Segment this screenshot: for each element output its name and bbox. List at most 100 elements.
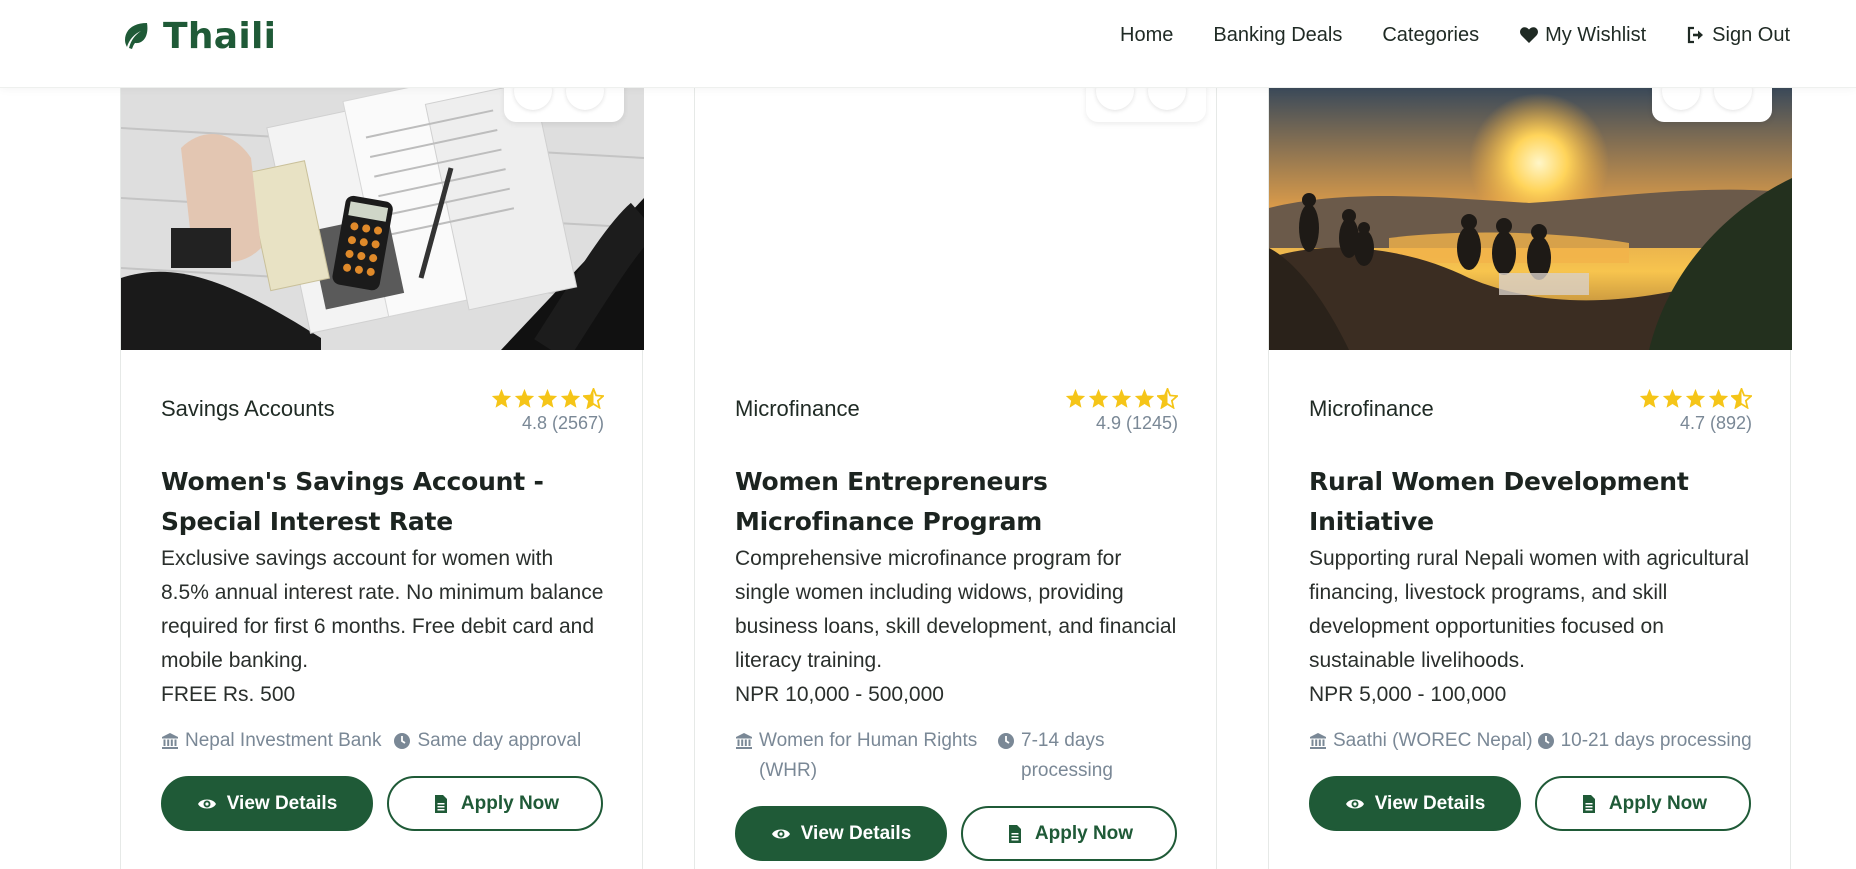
sunset-hill-photo: [1269, 88, 1792, 350]
view-details-button[interactable]: View Details: [735, 806, 947, 861]
compare-button[interactable]: [566, 88, 604, 110]
apply-now-button[interactable]: Apply Now: [387, 776, 603, 831]
card-title: Women Entrepreneurs Microfinance Program: [735, 467, 1048, 536]
star-icon: [537, 388, 558, 408]
clock-icon: [394, 733, 411, 749]
card-info-row: Nepal Investment Bank Same day approval: [161, 726, 604, 756]
savings-documents-photo: [121, 88, 644, 350]
rating-count: 4.9 (1245): [1095, 413, 1178, 433]
brand-name: Thaili: [163, 15, 277, 57]
eye-icon: [771, 829, 790, 838]
card-title: Women's Savings Account - Special Intere…: [161, 467, 544, 536]
card-amount: FREE Rs. 500: [161, 683, 296, 706]
nav-wishlist-label: My Wishlist: [1545, 23, 1647, 46]
processing-time: Same day approval: [417, 730, 582, 751]
eye-icon: [1345, 799, 1364, 808]
card-image-blank: [695, 88, 1218, 350]
nav-banking-deals-label: Banking Deals: [1213, 23, 1343, 46]
heart-icon: [1520, 27, 1539, 43]
card-actions: View Details Apply Now: [1309, 776, 1752, 831]
sign-out-icon: [1688, 26, 1704, 44]
nav-home-label: Home: [1120, 23, 1174, 46]
star-icon: [1134, 388, 1155, 408]
apply-now-button[interactable]: Apply Now: [1535, 776, 1751, 831]
star-icon: [1065, 388, 1086, 408]
card-amount: NPR 5,000 - 100,000: [1309, 683, 1507, 706]
nav-sign-out[interactable]: Sign Out: [1686, 24, 1790, 47]
site-header: Thaili Home Banking Deals Categories My …: [0, 0, 1856, 88]
card-image-savings: [121, 88, 644, 350]
star-icon: [514, 388, 535, 408]
view-details-button[interactable]: View Details: [1309, 776, 1521, 831]
star-icon: [491, 388, 512, 408]
card-category: Microfinance: [1309, 396, 1434, 421]
nav-banking-deals[interactable]: Banking Deals: [1213, 24, 1342, 47]
processing-info: 10-21 days processing: [1537, 726, 1752, 756]
nav-categories[interactable]: Categories: [1382, 24, 1479, 47]
card-description: Exclusive savings account for women with…: [161, 547, 604, 672]
rating-stars: [1639, 388, 1752, 409]
card-category: Microfinance: [735, 396, 860, 421]
view-details-label: View Details: [226, 792, 338, 814]
image-action-bar: [1652, 88, 1772, 122]
view-details-label: View Details: [1374, 792, 1486, 814]
view-details-label: View Details: [800, 822, 912, 844]
compare-button[interactable]: [1714, 88, 1752, 110]
eye-icon: [197, 799, 216, 808]
apply-now-button[interactable]: Apply Now: [961, 806, 1177, 861]
apply-now-label: Apply Now: [460, 792, 560, 814]
leaf-icon: [125, 23, 148, 49]
rating-count: 4.8 (2567): [521, 413, 604, 433]
card-body: Microfinance 4.9 (1245) Women Entreprene…: [735, 388, 1178, 861]
star-half-icon: [1731, 388, 1752, 409]
rating-stars: [491, 388, 604, 409]
card-image-sunset: [1269, 88, 1792, 350]
star-half-icon: [1157, 388, 1178, 409]
view-details-button[interactable]: View Details: [161, 776, 373, 831]
processing-time: 10-21 days processing: [1560, 730, 1752, 751]
bank-icon: [1310, 733, 1326, 749]
nav-wishlist[interactable]: My Wishlist: [1519, 24, 1646, 47]
processing-info: 7-14 days processing: [997, 726, 1137, 786]
card-amount: NPR 10,000 - 500,000: [735, 683, 944, 706]
card-category: Savings Accounts: [161, 396, 335, 421]
image-action-bar: [1086, 88, 1206, 122]
document-icon: [1582, 794, 1595, 813]
star-icon: [1685, 388, 1706, 408]
star-icon: [560, 388, 581, 408]
brand-logo[interactable]: Thaili: [119, 14, 276, 58]
star-icon: [1111, 388, 1132, 408]
rating-count: 4.7 (892): [1679, 413, 1752, 433]
processing-time: 7-14 days processing: [1021, 730, 1113, 781]
wishlist-toggle-button[interactable]: [514, 88, 552, 110]
deal-card: Microfinance 4.7 (892) Rural Women Devel…: [1268, 88, 1792, 869]
wishlist-toggle-button[interactable]: [1096, 88, 1134, 110]
deal-card: Microfinance 4.9 (1245) Women Entreprene…: [694, 88, 1217, 869]
compare-button[interactable]: [1148, 88, 1186, 110]
apply-now-label: Apply Now: [1034, 822, 1134, 844]
rating-stars: [1065, 388, 1178, 409]
clock-icon: [1537, 733, 1554, 749]
card-rating: 4.9 (1245): [1065, 388, 1178, 434]
star-icon: [1708, 388, 1729, 408]
card-info-row: Saathi (WOREC Nepal) 10-21 days processi…: [1309, 726, 1752, 756]
provider-info: Women for Human Rights (WHR): [735, 726, 985, 786]
clock-icon: [998, 733, 1014, 749]
image-action-bar: [504, 88, 624, 122]
card-description: Comprehensive microfinance program for s…: [735, 547, 1177, 672]
card-body: Microfinance 4.7 (892) Rural Women Devel…: [1309, 388, 1752, 831]
provider-name: Women for Human Rights (WHR): [759, 730, 978, 781]
card-actions: View Details Apply Now: [735, 806, 1178, 861]
star-half-icon: [583, 388, 604, 409]
card-description: Supporting rural Nepali women with agric…: [1309, 547, 1750, 672]
card-rating: 4.7 (892): [1639, 388, 1752, 434]
card-body: Savings Accounts 4.8 (2567) Women's Savi…: [161, 388, 604, 831]
card-actions: View Details Apply Now: [161, 776, 604, 831]
bank-icon: [162, 733, 178, 749]
wishlist-toggle-button[interactable]: [1662, 88, 1700, 110]
processing-info: Same day approval: [393, 726, 581, 756]
nav-home[interactable]: Home: [1120, 24, 1173, 47]
nav-sign-out-label: Sign Out: [1712, 23, 1790, 46]
document-icon: [1008, 824, 1021, 843]
star-icon: [1639, 388, 1660, 408]
